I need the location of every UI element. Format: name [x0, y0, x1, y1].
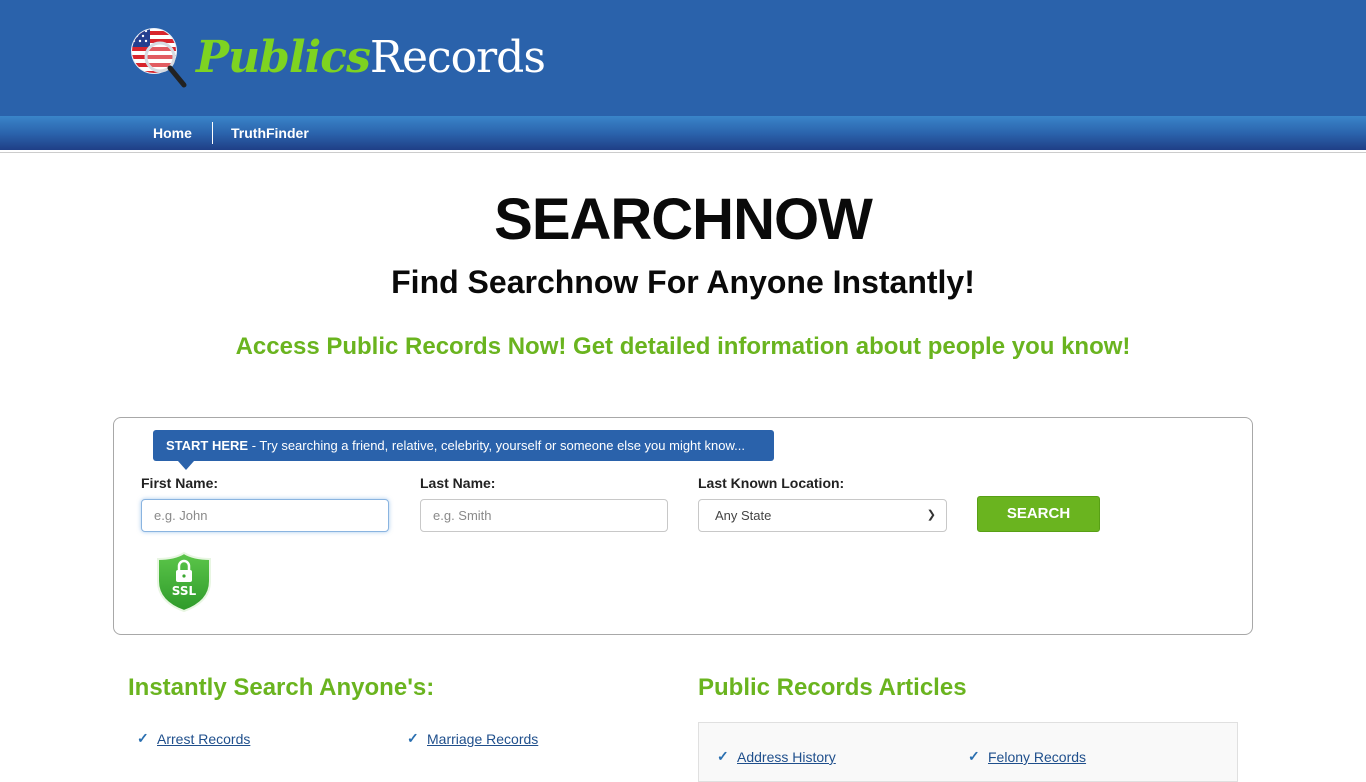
start-here-banner: START HERE - Try searching a friend, rel… [153, 430, 774, 461]
location-selected-value: Any State [715, 508, 772, 523]
link-address-history[interactable]: Address History [737, 749, 836, 765]
start-here-text: - Try searching a friend, relative, cele… [248, 438, 745, 453]
nav-home[interactable]: Home [153, 116, 192, 150]
logo-text-records: Records [369, 32, 546, 83]
check-icon: ✓ [717, 748, 729, 764]
chevron-down-icon: ❯ [926, 509, 936, 521]
site-header: PublicsRecords [0, 0, 1366, 116]
last-name-input[interactable] [420, 499, 668, 532]
header-divider [0, 152, 1366, 153]
flag-magnifier-icon [128, 25, 192, 91]
first-name-input[interactable] [141, 499, 389, 532]
instant-search-title: Instantly Search Anyone's: [128, 674, 435, 701]
logo-wordmark: PublicsRecords [196, 36, 546, 80]
page-title: SEARCHNOW [494, 187, 873, 252]
check-icon: ✓ [137, 730, 149, 746]
search-button[interactable]: SEARCH [977, 496, 1100, 532]
link-felony-records[interactable]: Felony Records [988, 749, 1086, 765]
articles-list: ✓ Address History ✓ Felony Records [698, 722, 1238, 782]
last-name-label: Last Name: [420, 475, 496, 491]
location-label: Last Known Location: [698, 475, 845, 491]
banner-pointer [178, 461, 194, 470]
location-select[interactable]: Any State ❯ [698, 499, 947, 532]
search-form: START HERE - Try searching a friend, rel… [113, 417, 1253, 635]
nav-truthfinder[interactable]: TruthFinder [231, 116, 309, 150]
ssl-text: SSL [172, 584, 197, 598]
logo-text-publics: Publics [196, 32, 371, 83]
link-arrest-records[interactable]: Arrest Records [157, 731, 250, 747]
check-icon: ✓ [968, 748, 980, 764]
first-name-label: First Name: [141, 475, 219, 491]
site-logo[interactable]: PublicsRecords [128, 24, 546, 92]
start-here-label: START HERE [166, 438, 249, 453]
page-subtitle: Find Searchnow For Anyone Instantly! [391, 264, 975, 300]
articles-title: Public Records Articles [698, 674, 967, 701]
page-tagline: Access Public Records Now! Get detailed … [235, 333, 1131, 360]
check-icon: ✓ [407, 730, 419, 746]
link-marriage-records[interactable]: Marriage Records [427, 731, 538, 747]
main-nav: Home TruthFinder [0, 116, 1366, 150]
ssl-badge: SSL [154, 551, 214, 613]
nav-separator [212, 122, 213, 144]
